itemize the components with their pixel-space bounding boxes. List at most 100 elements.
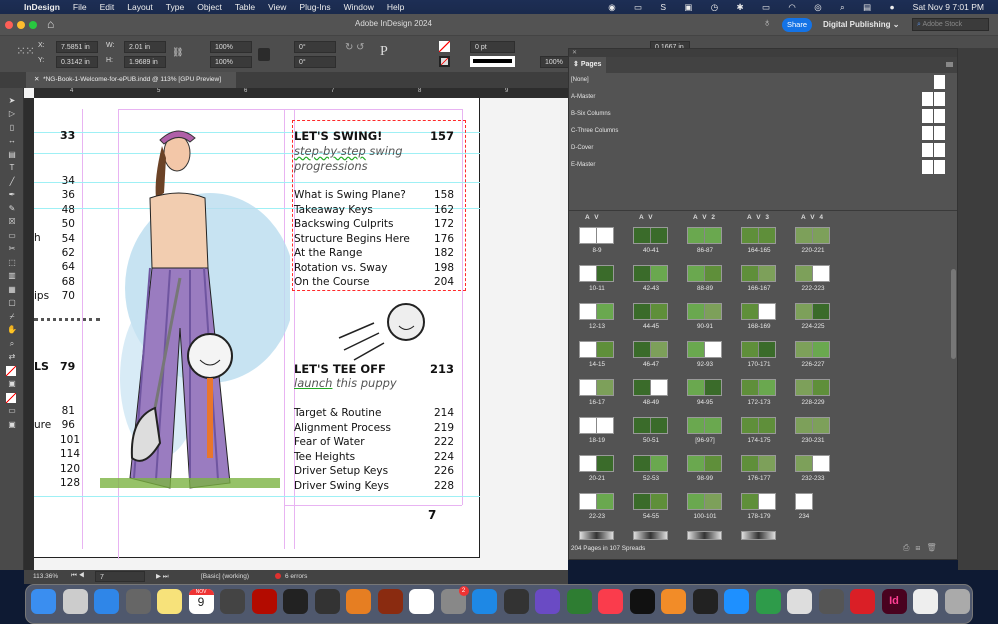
menu-object[interactable]: Object — [197, 2, 222, 12]
sublime-icon[interactable] — [346, 589, 371, 614]
page-thumbnail[interactable] — [795, 417, 830, 434]
music-icon[interactable] — [598, 589, 623, 614]
page-thumbnail[interactable] — [579, 227, 614, 244]
line-tool-icon[interactable]: ╱ — [6, 177, 18, 187]
panel-menu-icon[interactable] — [946, 62, 953, 67]
golf-icon[interactable] — [566, 589, 592, 614]
page-thumbnail[interactable] — [579, 341, 614, 358]
preflight-profile[interactable]: [Basic] (working) — [201, 573, 249, 580]
vertical-ruler[interactable] — [24, 98, 34, 570]
scale-y-field[interactable]: 100% — [210, 56, 252, 68]
calculator-icon[interactable] — [125, 589, 151, 614]
scale-x-field[interactable]: 100% — [210, 41, 252, 53]
page-thumbnail[interactable] — [633, 417, 668, 434]
page-thumbnail[interactable] — [741, 227, 776, 244]
page-thumbnail[interactable] — [579, 417, 614, 434]
appletv-icon[interactable] — [629, 589, 655, 614]
text-wrap-icon[interactable]: P — [380, 44, 388, 60]
page-thumbnail[interactable] — [633, 227, 668, 244]
menu-edit[interactable]: Edit — [100, 2, 115, 12]
page-thumbnail[interactable] — [633, 493, 668, 510]
page-thumbnail[interactable] — [633, 379, 668, 396]
master-thumbnail[interactable] — [934, 75, 945, 89]
pages-scrollbar[interactable] — [951, 269, 956, 359]
screens-icon[interactable] — [503, 589, 529, 614]
page-thumbnail[interactable] — [633, 265, 668, 282]
trash-icon[interactable] — [944, 589, 970, 614]
textedit-icon[interactable] — [913, 589, 938, 614]
page-thumbnail[interactable] — [795, 455, 830, 472]
direct-selection-tool-icon[interactable]: ▷ — [6, 109, 18, 119]
photo-slideshow-icon[interactable] — [818, 589, 844, 614]
app-store-icon[interactable] — [724, 589, 749, 614]
height-field[interactable]: 1.9689 in — [124, 56, 166, 68]
master-thumbnail[interactable] — [934, 143, 945, 157]
panel-divider[interactable] — [569, 210, 957, 211]
close-window-button[interactable] — [5, 21, 13, 29]
calendar-icon[interactable]: NOV 9 — [188, 589, 214, 614]
rectangle-tool-icon[interactable]: ▭ — [6, 231, 18, 241]
workspace-switcher[interactable]: Digital Publishing ⌄ — [823, 20, 900, 29]
column-header[interactable]: A V 2 — [693, 214, 717, 221]
document-tab[interactable]: ✕ *NG-Book-1-Welcome-for-ePUB.indd @ 113… — [26, 72, 236, 88]
menu-view[interactable]: View — [268, 2, 286, 12]
menu-plugins[interactable]: Plug-Ins — [299, 2, 330, 12]
page-thumbnail[interactable] — [687, 341, 722, 358]
menu-window[interactable]: Window — [344, 2, 374, 12]
page-thumbnail[interactable] — [687, 265, 722, 282]
master-thumbnail[interactable] — [934, 160, 945, 174]
column-header[interactable]: A V 4 — [801, 214, 825, 221]
creative-cloud-icon[interactable] — [850, 589, 875, 614]
next-last-page-buttons[interactable]: ▶ ⏭ — [156, 572, 169, 581]
indesign-icon[interactable]: Id — [881, 589, 907, 614]
numbers-icon[interactable] — [755, 589, 781, 614]
master-thumbnail[interactable] — [934, 126, 945, 140]
master-thumbnail[interactable] — [922, 126, 933, 140]
page-thumbnail[interactable] — [633, 531, 668, 540]
apply-none-icon[interactable] — [6, 392, 16, 403]
page-number-field[interactable]: 7 — [95, 571, 145, 582]
page-thumbnail[interactable] — [579, 493, 614, 510]
hand-tool-icon[interactable]: ✋ — [6, 325, 18, 335]
page-thumbnail[interactable] — [741, 493, 776, 510]
note-tool-icon[interactable]: ▢ — [6, 298, 18, 308]
home-icon[interactable]: ⌂ — [47, 17, 54, 31]
stroke-weight-field[interactable]: 0 pt — [470, 41, 515, 53]
first-prev-page-buttons[interactable]: ⏮ ◀ — [71, 572, 84, 580]
gap-tool-icon[interactable]: ↔ — [6, 136, 18, 146]
zoom-window-button[interactable] — [29, 21, 37, 29]
master-item[interactable]: E-Master — [571, 162, 595, 168]
errors-count[interactable]: 6 errors — [285, 573, 307, 580]
opacity-field[interactable]: 100% — [540, 56, 570, 68]
page-thumbnail[interactable] — [741, 265, 776, 282]
type-tool-icon[interactable]: T — [6, 163, 18, 173]
panel-close-icon[interactable]: ✕ — [569, 49, 957, 57]
launchpad-icon[interactable] — [62, 589, 88, 614]
panel-actions[interactable]: ⎙⊞🗑 — [903, 543, 943, 553]
minimize-window-button[interactable] — [17, 21, 25, 29]
horizontal-ruler[interactable]: 4 5 6 7 8 9 — [34, 88, 568, 98]
page-thumbnail[interactable] — [579, 303, 614, 320]
page-thumbnail[interactable] — [633, 341, 668, 358]
clock[interactable]: Sat Nov 9 7:01 PM — [913, 2, 984, 12]
master-thumbnail[interactable] — [934, 109, 945, 123]
finder-icon[interactable] — [31, 589, 56, 614]
page-thumbnail[interactable] — [687, 379, 722, 396]
column-header[interactable]: A V — [639, 214, 654, 221]
page-thumbnail[interactable] — [687, 455, 722, 472]
status-icons[interactable]: ◉ ▭ S ▣ ◷ ✱ ▭ ◠ ◎ ⌕ ▤ ● — [608, 2, 902, 13]
reference-point-icon[interactable]: ⁙⁙ — [16, 44, 35, 58]
menu-file[interactable]: File — [73, 2, 87, 12]
page-thumbnail[interactable] — [795, 341, 830, 358]
master-item[interactable]: [None] — [571, 77, 589, 83]
screen-recorder-icon[interactable] — [220, 589, 245, 614]
eyedropper-tool-icon[interactable]: ⌿ — [6, 312, 18, 322]
selection-tool-icon[interactable]: ➤ — [6, 96, 18, 106]
rotate-icons[interactable]: ↻ ↺ — [345, 42, 365, 53]
swap-fill-stroke-icon[interactable]: ⇄ — [6, 352, 18, 362]
page-thumbnail[interactable] — [741, 379, 776, 396]
page-thumbnail[interactable] — [795, 265, 830, 282]
menu-help[interactable]: Help — [387, 2, 404, 12]
rectangle-frame-tool-icon[interactable]: ☒ — [6, 217, 18, 227]
page-thumbnail[interactable] — [687, 303, 722, 320]
